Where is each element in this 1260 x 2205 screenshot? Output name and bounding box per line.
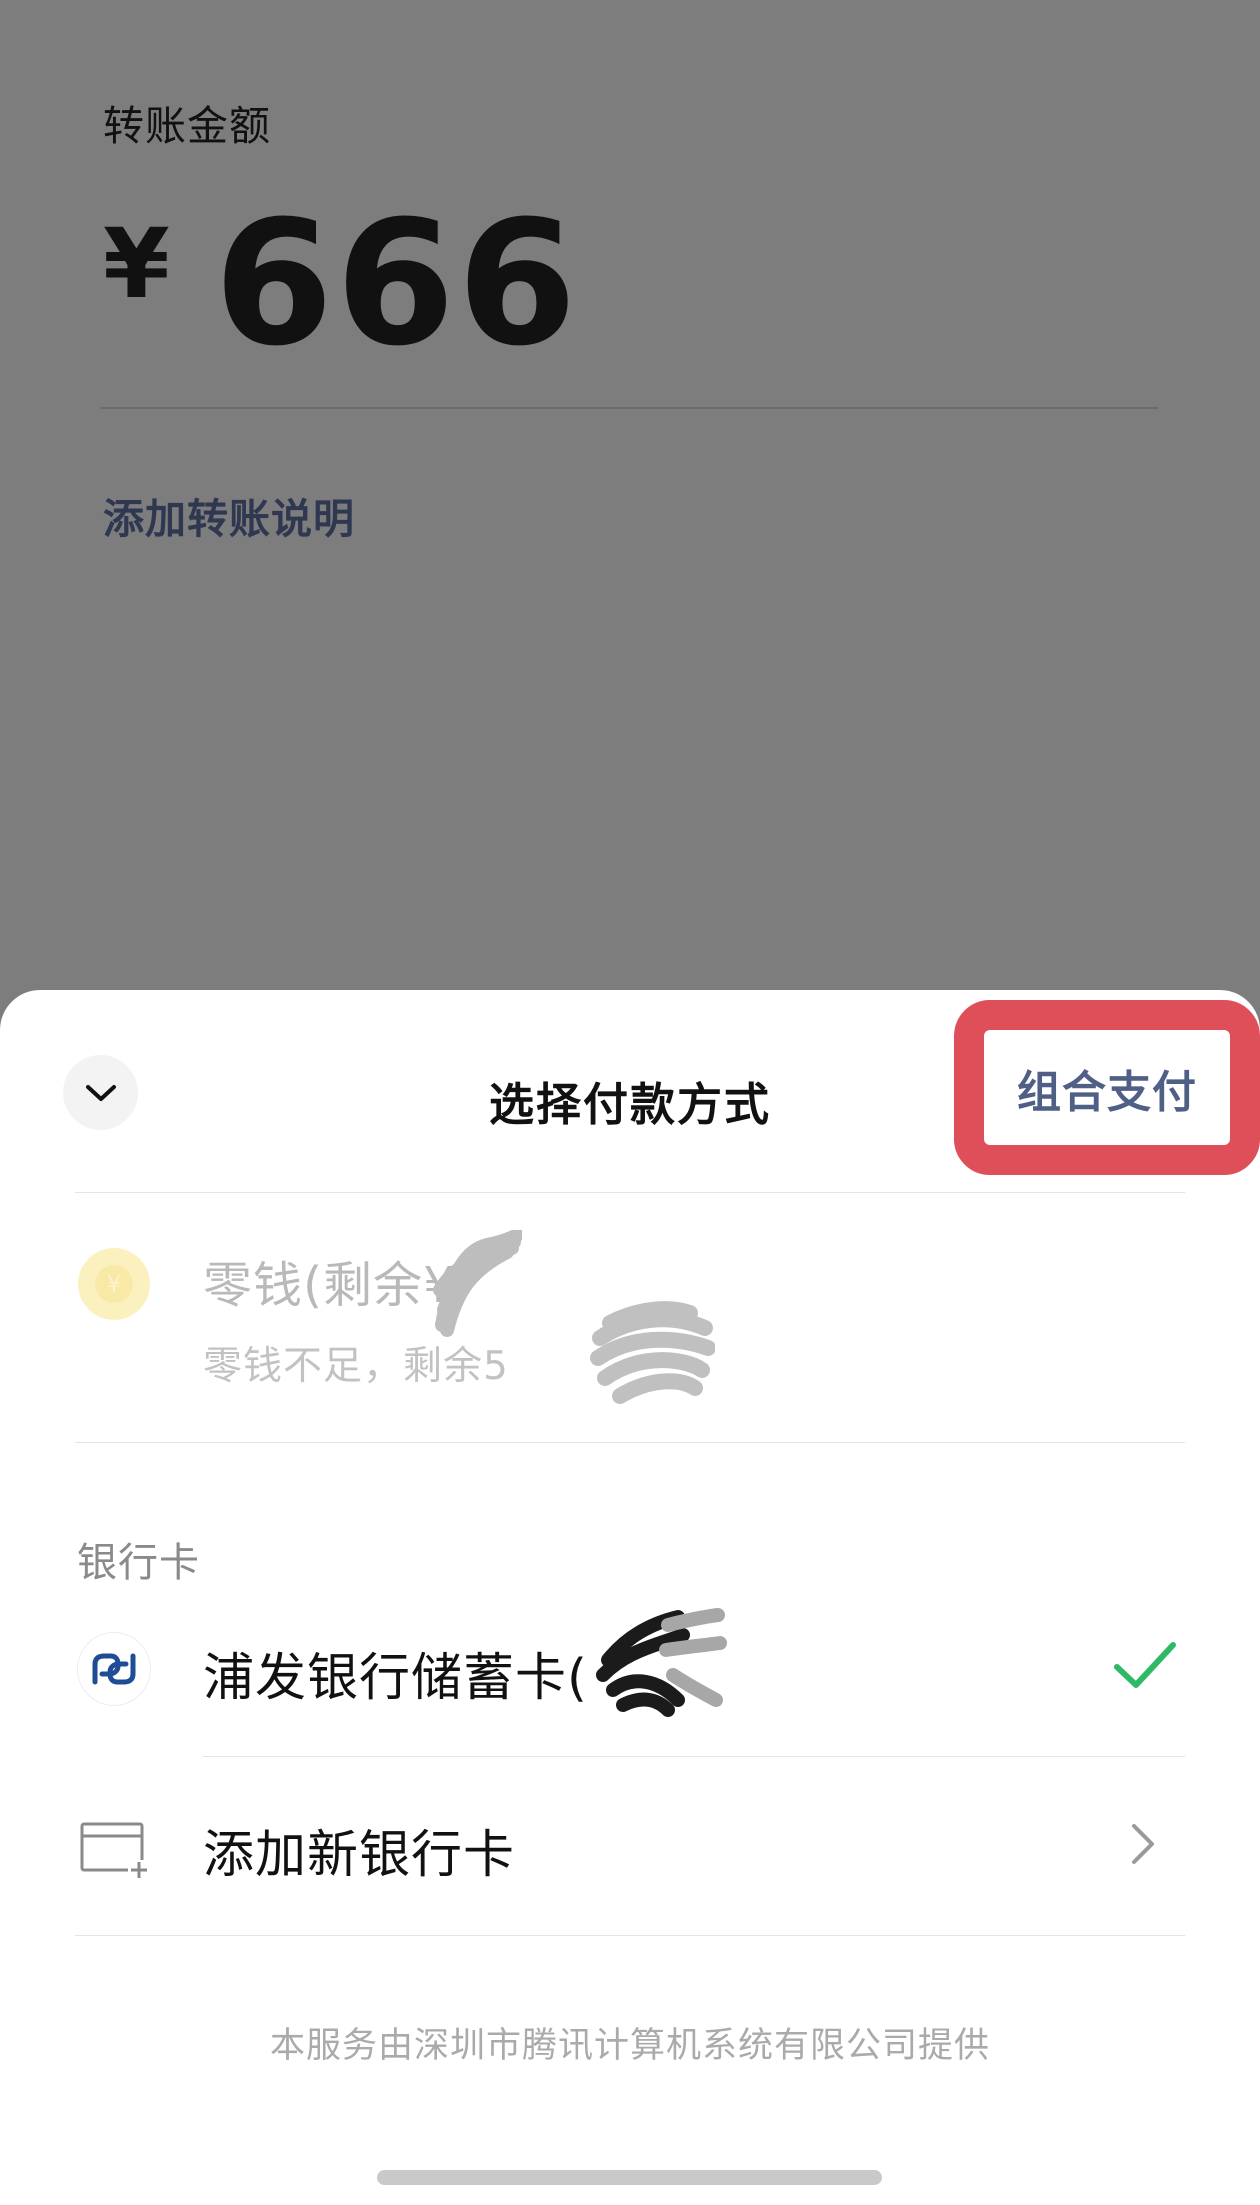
add-card-icon xyxy=(80,1822,150,1880)
home-indicator[interactable] xyxy=(377,2170,882,2185)
transfer-page-background: 转账金额 ¥ 666 添加转账说明 xyxy=(0,0,1260,1000)
add-new-card-button[interactable]: 添加新银行卡 xyxy=(203,1813,515,1887)
bottom-divider xyxy=(75,1935,1185,1936)
currency-symbol: ¥ xyxy=(103,208,170,320)
option-divider xyxy=(75,1442,1185,1443)
service-provider-note: 本服务由深圳市腾讯计算机系统有限公司提供 xyxy=(269,2026,990,2066)
spd-bank-logo-icon xyxy=(78,1633,150,1705)
header-divider xyxy=(75,1192,1185,1193)
redaction-scribble xyxy=(590,1301,715,1404)
add-transfer-note-link[interactable]: 添加转账说明 xyxy=(103,485,355,545)
amount-divider xyxy=(100,407,1158,409)
redaction-scribble xyxy=(433,1230,522,1337)
redaction-scribble xyxy=(596,1608,727,1717)
chevron-right-icon[interactable] xyxy=(1126,1820,1160,1868)
card-divider xyxy=(203,1756,1185,1757)
combo-pay-label: 组合支付 xyxy=(1017,1066,1197,1118)
transfer-amount: ¥ 666 xyxy=(103,198,579,370)
change-option-title: 零钱(剩余¥ xyxy=(203,1257,456,1314)
change-option-subtitle: 零钱不足，剩余5 xyxy=(203,1344,509,1389)
coin-icon: ¥ xyxy=(78,1248,150,1320)
selected-check-icon xyxy=(1114,1642,1176,1688)
combo-pay-button[interactable]: 组合支付 xyxy=(954,1000,1260,1175)
bank-card-section-label: 银行卡 xyxy=(77,1540,200,1586)
amount-label: 转账金额 xyxy=(103,102,271,150)
amount-value: 666 xyxy=(213,183,579,384)
bank-card-name[interactable]: 浦发银行储蓄卡( xyxy=(203,1636,588,1710)
payment-method-sheet: 选择付款方式 组合支付 ¥ 零钱(剩余¥ 零钱不足，剩余5 银行卡 浦发银行储蓄… xyxy=(0,990,1260,2205)
svg-text:¥: ¥ xyxy=(107,1273,121,1298)
